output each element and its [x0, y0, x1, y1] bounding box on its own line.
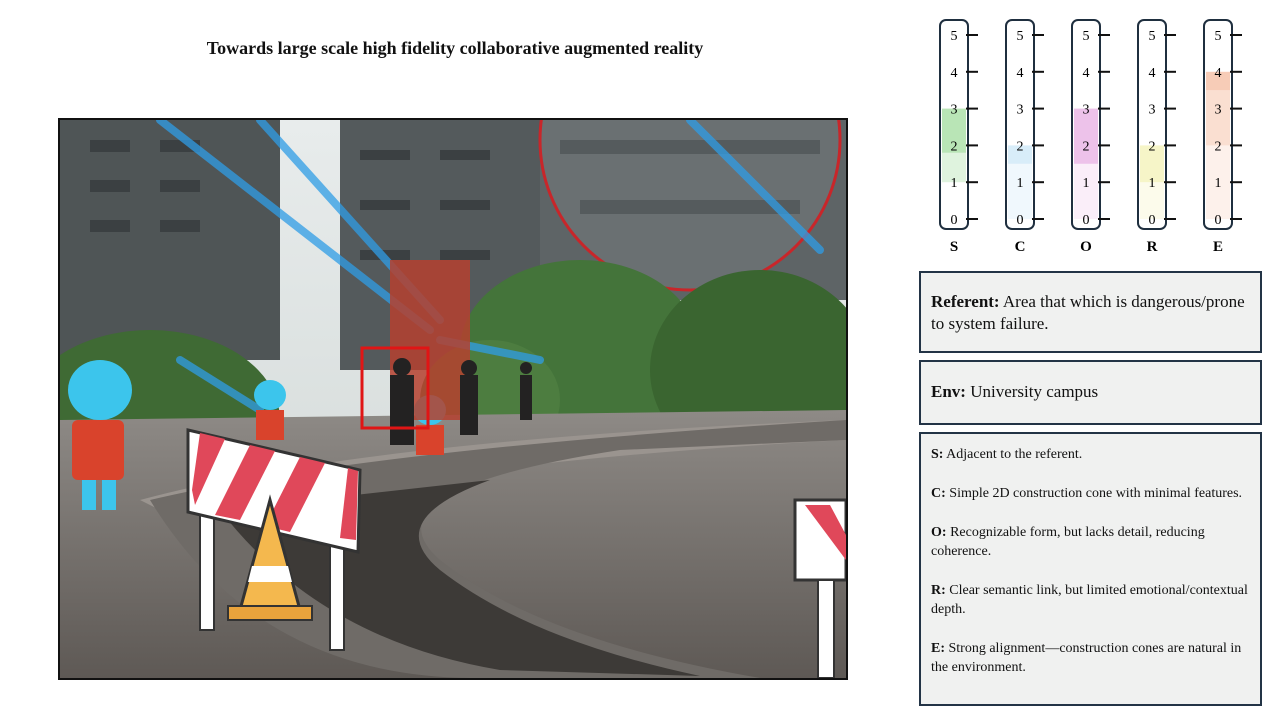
desc-item-c: C: Simple 2D construction cone with mini…	[931, 484, 1250, 503]
scale-tick-label: 1	[1149, 176, 1156, 191]
desc-label: O:	[931, 525, 947, 540]
score-scales: 0 1 2 3 4 5 S 0 1 2 3 4 5 C 0 1 2 3 4 5 O 0 1 2 3 4 5 R 0 1 2 3 4 5 E	[918, 14, 1268, 264]
scale-tick-label: 1	[1083, 176, 1090, 191]
scale-tick-label: 3	[1083, 103, 1090, 118]
scale-tick-label: 0	[1083, 213, 1090, 228]
scale-tick-label: 5	[1083, 29, 1090, 44]
scale-tick-label: 4	[951, 66, 958, 81]
referent-label: Referent:	[931, 292, 1000, 311]
desc-text: Clear semantic link, but limited emotion…	[931, 583, 1248, 617]
scale-tick-label: 5	[1017, 29, 1024, 44]
desc-text: Recognizable form, but lacks detail, red…	[931, 525, 1205, 559]
scale-tick-label: 1	[951, 176, 958, 191]
scale-tick-label: 3	[1017, 103, 1024, 118]
scale-tick-label: 2	[951, 139, 958, 154]
scale-tick-label: 2	[1149, 139, 1156, 154]
referent-box: Referent: Area that which is dangerous/p…	[919, 271, 1262, 353]
desc-item-e: E: Strong alignment—construction cones a…	[931, 639, 1250, 677]
scale-label: E	[1213, 239, 1223, 255]
desc-item-s: S: Adjacent to the referent.	[931, 445, 1250, 464]
scale-o: 0 1 2 3 4 5 O	[1071, 19, 1110, 255]
scale-tick-label: 4	[1083, 66, 1090, 81]
scale-tick-label: 5	[1215, 29, 1222, 44]
desc-label: R:	[931, 583, 946, 598]
scale-label: O	[1080, 239, 1092, 255]
scale-c: 0 1 2 3 4 5 C	[1005, 19, 1044, 255]
scale-tick-label: 5	[1149, 29, 1156, 44]
desc-text: Adjacent to the referent.	[943, 447, 1083, 462]
scale-label: S	[950, 239, 958, 255]
desc-text: Strong alignment—construction cones are …	[931, 641, 1242, 675]
ar-scene-image	[58, 118, 848, 680]
ar-scene-illustration	[60, 120, 846, 678]
scale-tick-label: 0	[1215, 213, 1222, 228]
scale-tick-label: 4	[1017, 66, 1024, 81]
desc-label: S:	[931, 447, 944, 462]
scale-tick-label: 2	[1083, 139, 1090, 154]
scale-s: 0 1 2 3 4 5 S	[939, 19, 978, 255]
scale-tick-label: 5	[951, 29, 958, 44]
desc-text: Simple 2D construction cone with minimal…	[945, 486, 1243, 501]
env-box: Env: University campus	[919, 360, 1262, 425]
score-scale-graphic: 0 1 2 3 4 5 S 0 1 2 3 4 5 C 0 1 2 3 4 5 O 0 1 2 3 4 5 R 0 1 2 3 4 5 E	[939, 19, 1242, 255]
scale-tick-label: 0	[951, 213, 958, 228]
env-text: University campus	[965, 382, 1099, 401]
scale-fill-segment	[1206, 90, 1230, 146]
scale-tick-label: 3	[1215, 103, 1222, 118]
scale-fill-segment	[1008, 163, 1032, 219]
scale-r: 0 1 2 3 4 5 R	[1137, 19, 1176, 255]
scale-tick-label: 0	[1149, 213, 1156, 228]
scale-tick-label: 4	[1149, 66, 1156, 81]
slide-title: Towards large scale high fidelity collab…	[206, 38, 704, 58]
desc-label: C:	[931, 486, 946, 501]
env-label: Env:	[931, 382, 966, 401]
scale-tick-label: 1	[1215, 176, 1222, 191]
desc-item-r: R: Clear semantic link, but limited emot…	[931, 581, 1250, 619]
scale-tick-label: 2	[1215, 139, 1222, 154]
scale-label: C	[1015, 239, 1026, 255]
scale-tick-label: 1	[1017, 176, 1024, 191]
scale-tick-label: 2	[1017, 139, 1024, 154]
scale-tick-label: 4	[1215, 66, 1222, 81]
scale-tick-label: 0	[1017, 213, 1024, 228]
scale-fill-segment	[1074, 163, 1098, 219]
scale-e: 0 1 2 3 4 5 E	[1203, 19, 1242, 255]
scale-tick-label: 3	[951, 103, 958, 118]
score-descriptions-box: S: Adjacent to the referent. C: Simple 2…	[919, 432, 1262, 706]
desc-item-o: O: Recognizable form, but lacks detail, …	[931, 523, 1250, 561]
scale-label: R	[1147, 239, 1158, 255]
scale-tick-label: 3	[1149, 103, 1156, 118]
desc-label: E:	[931, 641, 945, 656]
